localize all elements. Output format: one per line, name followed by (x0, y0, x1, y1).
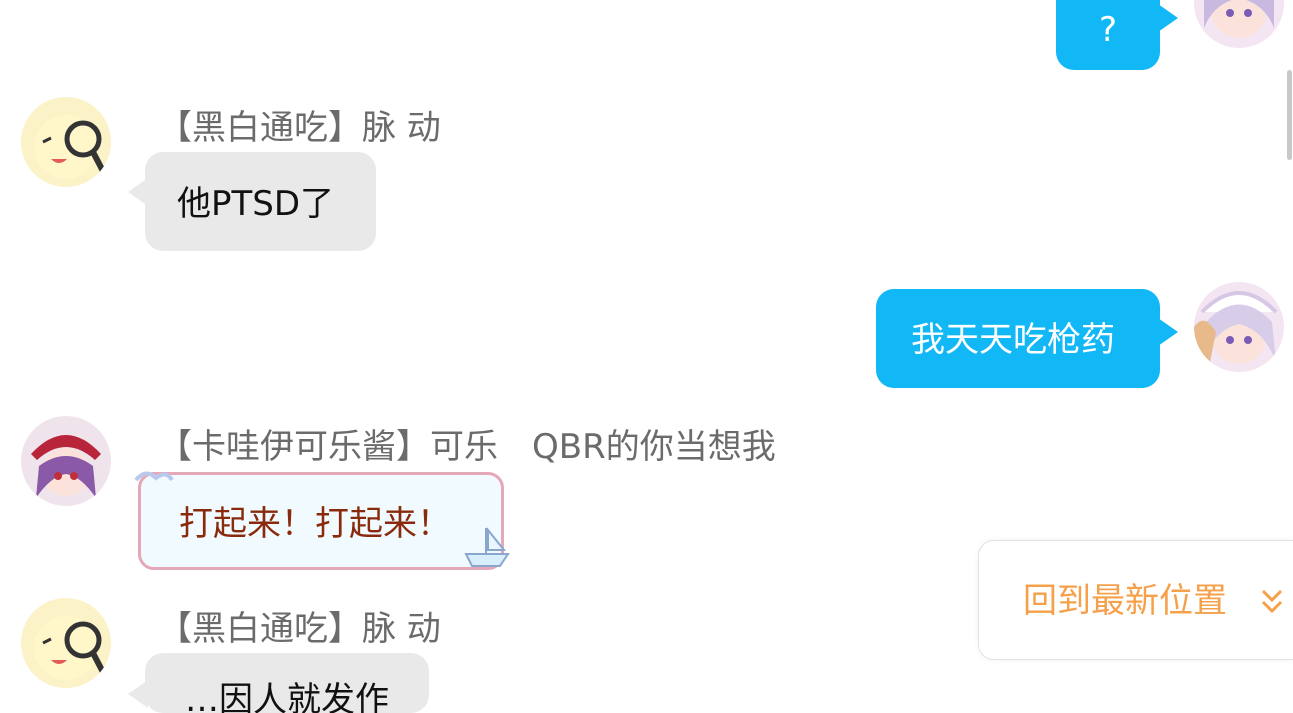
sender-name: 【黑白通吃】脉 动 (158, 108, 441, 148)
message-bubble[interactable]: …因人就发作 (145, 653, 429, 713)
bubble-tail (1158, 318, 1178, 346)
sender-name: 【卡哇伊可乐酱】可乐 QBR的你当想我 (158, 427, 776, 467)
sender-name: 【黑白通吃】脉 动 (158, 609, 441, 649)
bubble-decoration-icon (134, 471, 174, 482)
message-text: ? (1098, 10, 1118, 50)
message-text: 打起来！打起来！ (179, 504, 451, 544)
sender-avatar[interactable] (21, 416, 111, 506)
back-to-latest-button[interactable]: 回到最新位置 (978, 540, 1293, 660)
double-chevron-down-icon (1261, 589, 1283, 614)
back-to-latest-label: 回到最新位置 (1023, 581, 1227, 621)
message-bubble[interactable]: 他PTSD了 (145, 152, 376, 251)
ship-decoration-icon (464, 527, 510, 567)
sender-avatar[interactable] (21, 97, 111, 187)
message-text: 他PTSD了 (177, 184, 335, 224)
message-text: 我天天吃枪药 (911, 320, 1115, 360)
message-bubble[interactable]: ? (1056, 0, 1160, 70)
sender-avatar[interactable] (21, 598, 111, 688)
bubble-tail (1158, 4, 1178, 32)
message-bubble[interactable]: 我天天吃枪药 (876, 289, 1160, 388)
message-text: …因人就发作 (185, 680, 389, 713)
self-avatar[interactable] (1194, 282, 1284, 372)
scrollbar-thumb[interactable] (1287, 70, 1292, 160)
self-avatar[interactable] (1194, 0, 1284, 48)
message-bubble[interactable]: 打起来！打起来！ (138, 472, 504, 570)
